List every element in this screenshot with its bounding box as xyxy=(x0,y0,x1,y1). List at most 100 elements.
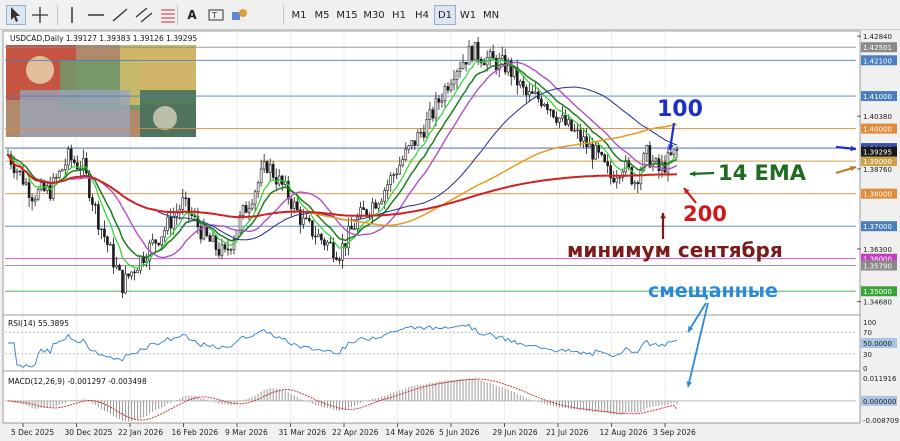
candle-body xyxy=(91,197,94,205)
candle-body xyxy=(97,204,100,230)
candle-body xyxy=(443,86,447,102)
candle-body xyxy=(356,216,359,230)
candle-body xyxy=(250,203,254,209)
candle-body xyxy=(476,42,480,60)
cursor-tool[interactable] xyxy=(6,5,26,25)
candle-body xyxy=(184,197,188,199)
candle-body xyxy=(389,175,393,185)
candle-body xyxy=(594,144,597,160)
vertical-line-tool[interactable] xyxy=(62,5,82,25)
candle-body xyxy=(317,233,320,238)
timeframe-h1[interactable]: H1 xyxy=(388,5,410,25)
candle-body xyxy=(27,182,31,198)
equidistant-channel-tool[interactable] xyxy=(134,5,154,25)
timeframe-mn[interactable]: MN xyxy=(480,5,502,25)
candle-body xyxy=(338,259,341,261)
candle-body xyxy=(407,145,411,150)
candle-body xyxy=(615,177,619,183)
shapes-tool[interactable] xyxy=(230,5,250,25)
price-tick-label: 1.36300 xyxy=(863,246,892,254)
rsi-label: RSI(14) 55.3895 xyxy=(8,319,69,328)
candle-body xyxy=(305,217,308,220)
candle-body xyxy=(217,249,221,256)
timeframe-m30[interactable]: M30 xyxy=(361,5,387,25)
candle-body xyxy=(392,174,396,176)
candle-body xyxy=(588,143,591,148)
annotation-label: 14 EMA xyxy=(718,161,807,185)
candle-body xyxy=(371,202,374,216)
candle-body xyxy=(166,216,170,231)
candle-body xyxy=(175,212,179,217)
time-tick-label: 31 Mar 2026 xyxy=(279,428,327,437)
timeframe-w1[interactable]: W1 xyxy=(457,5,479,25)
candle-body xyxy=(543,104,546,106)
candle-body xyxy=(124,273,127,294)
candle-body xyxy=(66,148,70,166)
candle-body xyxy=(573,129,576,132)
timeframe-m15[interactable]: M15 xyxy=(334,5,360,25)
candle-body xyxy=(214,235,218,250)
fibonacci-tool[interactable] xyxy=(158,5,178,25)
annotation-label: 100 xyxy=(657,97,703,122)
candle-body xyxy=(404,148,408,160)
horizontal-line-tool[interactable] xyxy=(86,5,106,25)
crosshair-tool[interactable] xyxy=(30,5,50,25)
timeframe-d1[interactable]: D1 xyxy=(434,5,456,25)
candle-body xyxy=(127,273,130,277)
candle-body xyxy=(576,129,579,132)
candle-body xyxy=(470,46,474,61)
price-tick-label: 1.38760 xyxy=(863,166,892,174)
candle-body xyxy=(57,170,61,178)
price-tick-label: 1.42501 xyxy=(863,44,892,52)
price-tick-label: 1.34680 xyxy=(863,299,892,307)
candle-body xyxy=(329,241,332,244)
time-tick-label: 30 Dec 2025 xyxy=(65,428,113,437)
trend-line-icon xyxy=(110,5,130,25)
candle-body xyxy=(60,169,64,172)
candle-body xyxy=(561,115,564,119)
candle-body xyxy=(606,161,609,167)
candle-body xyxy=(633,182,637,185)
toolbar-separator xyxy=(57,5,58,25)
candle-body xyxy=(440,100,444,103)
candle-body xyxy=(582,136,585,142)
timeframe-m1[interactable]: M1 xyxy=(288,5,310,25)
candle-body xyxy=(169,216,173,229)
candle-body xyxy=(503,55,507,73)
candle-body xyxy=(229,249,233,251)
candle-body xyxy=(467,46,471,65)
candle-body xyxy=(295,201,299,211)
candle-body xyxy=(160,236,163,246)
candle-body xyxy=(552,109,555,118)
candle-body xyxy=(268,164,272,173)
candle-body xyxy=(133,271,136,274)
candle-body xyxy=(522,80,525,88)
candle-body xyxy=(69,148,73,161)
candle-body xyxy=(534,91,537,94)
text-label-tool[interactable]: T xyxy=(206,5,226,25)
candle-body xyxy=(223,244,227,250)
candle-body xyxy=(636,182,640,185)
chart-window: 1.42840 1.42501 1.42100 1.41000 1.40380 1.400… xyxy=(0,30,900,441)
candle-body xyxy=(21,170,25,185)
text-icon: A xyxy=(187,8,197,22)
candle-body xyxy=(567,119,570,126)
price-tick-label: 1.42100 xyxy=(863,57,892,65)
candle-body xyxy=(33,198,37,202)
toolbar-separator xyxy=(283,5,284,25)
trend-line-tool[interactable] xyxy=(110,5,130,25)
text-tool[interactable]: A xyxy=(182,5,202,25)
candle-body xyxy=(419,132,423,134)
candle-body xyxy=(482,62,486,66)
timeframe-m5[interactable]: M5 xyxy=(311,5,333,25)
candle-body xyxy=(211,235,215,242)
candle-body xyxy=(377,203,380,209)
candle-body xyxy=(675,149,679,151)
candle-body xyxy=(491,51,495,59)
candle-body xyxy=(579,129,582,142)
timeframe-h4[interactable]: H4 xyxy=(411,5,433,25)
time-tick-label: 12 Aug 2026 xyxy=(600,428,648,437)
candle-body xyxy=(401,159,405,166)
candle-body xyxy=(488,51,492,58)
price-tick-label: 1.35000 xyxy=(863,288,892,296)
